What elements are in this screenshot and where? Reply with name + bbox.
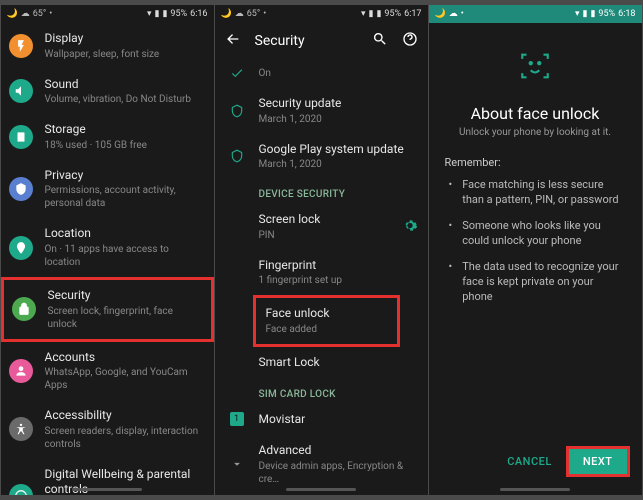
item-security[interactable]: SecurityScreen lock, fingerprint, face u… [1, 277, 214, 342]
wifi-icon: ▾ [361, 9, 366, 19]
nav-indicator[interactable] [500, 488, 570, 491]
battery-icon: ▮ [376, 9, 381, 19]
signal-icon: ▮ [155, 9, 160, 19]
security-screen: 🌙 ☁ 65° • ▾ ▮ ▮ 95% 6:17 Security On Sec… [215, 5, 428, 495]
check-icon [225, 61, 249, 85]
section-sim-lock: SIM CARD LOCK [215, 379, 428, 404]
item-on[interactable]: On [215, 58, 428, 88]
item-smart-lock[interactable]: Smart Lock [215, 347, 428, 379]
cloud-icon: ☁ [235, 9, 244, 19]
header: Security [215, 23, 428, 58]
item-display[interactable]: DisplayWallpaper, sleep, font size [1, 23, 214, 69]
location-icon [9, 236, 33, 260]
help-icon[interactable] [402, 31, 418, 50]
battery-pct: 95% [598, 9, 615, 19]
status-bar: 🌙 ☁ 65° • ▾ ▮ ▮ 95% 6:17 [215, 5, 428, 23]
face-icon [445, 49, 626, 86]
back-icon[interactable] [225, 31, 241, 50]
sound-icon [9, 79, 33, 103]
about-title: About face unlock [445, 104, 626, 123]
battery-icon: ▮ [162, 9, 167, 19]
item-movistar[interactable]: 1 Movistar [215, 404, 428, 436]
moon-icon: 🌙 [7, 9, 18, 19]
clock: 6:17 [404, 9, 421, 19]
status-bar: 🌙 ☁ • ▾ ▮ ▮ 95% 6:18 [429, 5, 642, 23]
nav-indicator[interactable] [286, 488, 356, 491]
search-icon[interactable] [372, 31, 388, 50]
privacy-icon [9, 177, 33, 201]
status-bar: 🌙 ☁ 65° • ▾ ▮ ▮ 95% 6:16 [1, 5, 214, 23]
section-device-security: DEVICE SECURITY [215, 179, 428, 204]
about-body: About face unlock Unlock your phone by l… [429, 23, 642, 434]
item-fingerprint[interactable]: Fingerprint1 fingerprint set up [215, 250, 428, 296]
item-accounts[interactable]: AccountsWhatsApp, Google, and YouCam App… [1, 342, 214, 401]
cloud-icon: ☁ [449, 9, 458, 19]
security-icon [12, 297, 36, 321]
battery-pct: 95% [384, 9, 401, 19]
item-advanced[interactable]: AdvancedDevice admin apps, Encryption & … [215, 435, 428, 494]
storage-icon [9, 125, 33, 149]
signal-icon: ▮ [369, 9, 374, 19]
page-title: Security [255, 33, 305, 49]
temp: 65° [247, 9, 260, 19]
bullet-3: The data used to recognize your face is … [445, 259, 626, 305]
wifi-icon: ▾ [147, 9, 152, 19]
item-play-update[interactable]: Google Play system updateMarch 1, 2020 [215, 134, 428, 180]
next-button[interactable]: NEXT [566, 446, 630, 477]
cancel-button[interactable]: CANCEL [507, 455, 552, 468]
item-sound[interactable]: SoundVolume, vibration, Do Not Disturb [1, 69, 214, 115]
item-face-unlock[interactable]: Face unlockFace added [253, 295, 400, 347]
shield-icon [225, 99, 249, 123]
moon-icon: 🌙 [221, 9, 232, 19]
face-unlock-screen: 🌙 ☁ • ▾ ▮ ▮ 95% 6:18 About face unlock U… [429, 5, 642, 495]
item-privacy[interactable]: PrivacyPermissions, account activity, pe… [1, 160, 214, 219]
settings-screen: 🌙 ☁ 65° • ▾ ▮ ▮ 95% 6:16 DisplayWallpape… [1, 5, 214, 495]
accounts-icon [9, 359, 33, 383]
clock: 6:18 [618, 9, 635, 19]
chevron-down-icon [225, 452, 249, 476]
remember-label: Remember: [445, 156, 626, 169]
clock: 6:16 [190, 9, 207, 19]
sim-badge: 1 [225, 407, 249, 431]
nav-indicator[interactable] [72, 488, 142, 491]
play-icon [225, 144, 249, 168]
moon-icon: 🌙 [435, 9, 446, 19]
signal-icon: ▮ [583, 9, 588, 19]
item-location[interactable]: LocationOn · 11 apps have access to loca… [1, 218, 214, 277]
item-screen-lock[interactable]: Screen lockPIN [215, 204, 428, 250]
gear-icon[interactable] [402, 217, 418, 236]
cloud-icon: ☁ [21, 9, 30, 19]
security-list: On Security updateMarch 1, 2020 Google P… [215, 58, 428, 494]
item-security-update[interactable]: Security updateMarch 1, 2020 [215, 88, 428, 134]
battery-pct: 95% [170, 9, 187, 19]
settings-list: DisplayWallpaper, sleep, font size Sound… [1, 23, 214, 495]
battery-icon: ▮ [590, 9, 595, 19]
wifi-icon: ▾ [575, 9, 580, 19]
item-accessibility[interactable]: AccessibilityScreen readers, display, in… [1, 400, 214, 459]
display-icon [9, 34, 33, 58]
bullet-1: Face matching is less secure than a patt… [445, 177, 626, 208]
accessibility-icon [9, 417, 33, 441]
temp: 65° [33, 9, 46, 19]
bottom-actions: CANCEL NEXT [429, 434, 642, 495]
about-sub: Unlock your phone by looking at it. [445, 127, 626, 138]
wellbeing-icon [9, 484, 33, 495]
item-storage[interactable]: Storage18% used · 105 GB free [1, 114, 214, 160]
bullet-2: Someone who looks like you could unlock … [445, 218, 626, 249]
